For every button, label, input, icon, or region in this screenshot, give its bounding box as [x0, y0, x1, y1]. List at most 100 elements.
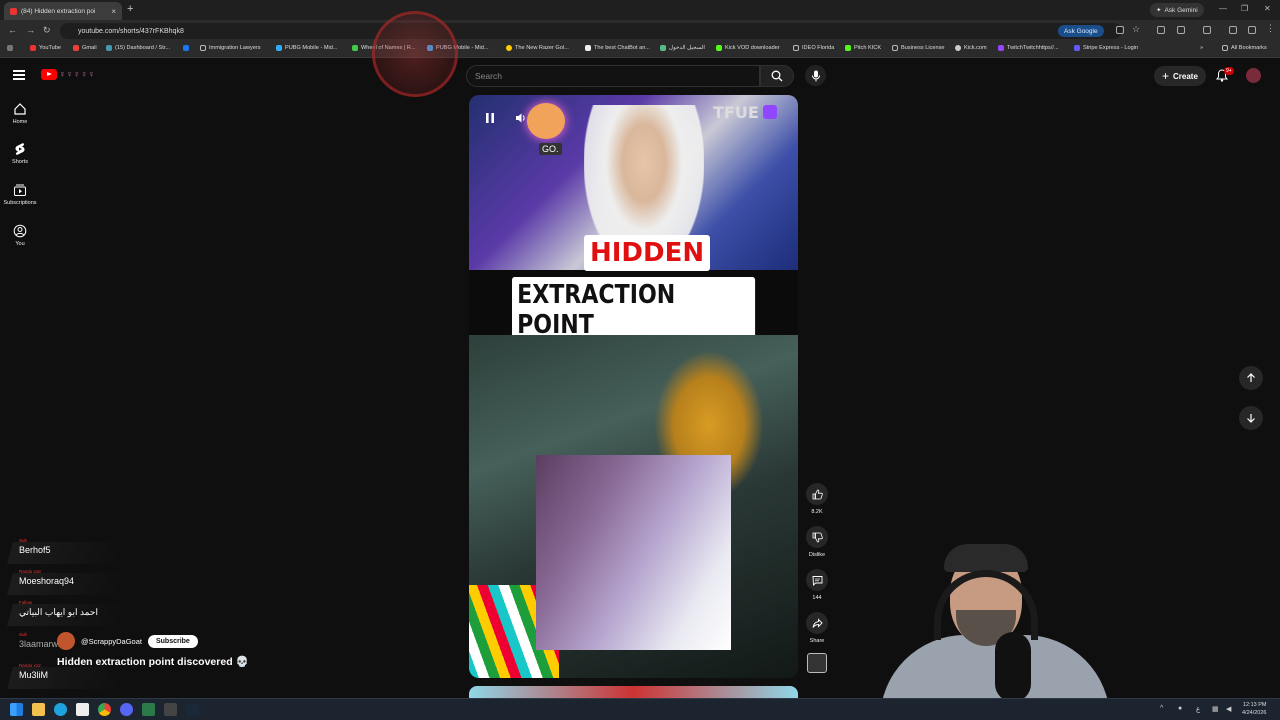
bookmark-item[interactable]: (15) Dashboard / Str... — [106, 45, 170, 51]
hamburger-menu-icon[interactable] — [13, 70, 25, 80]
sidebar-item-home[interactable]: Home — [0, 102, 40, 125]
minimize-icon[interactable]: — — [1219, 4, 1227, 13]
forward-icon[interactable]: → — [26, 25, 35, 35]
bookmarks-overflow-icon[interactable]: » — [1200, 45, 1203, 51]
steam-icon[interactable] — [186, 703, 199, 716]
more-menu-icon[interactable]: ⋮ — [1266, 23, 1275, 33]
next-short-preview[interactable] — [469, 686, 798, 698]
bookmarks-bar: YouTube Gmail (15) Dashboard / Str... Im… — [0, 42, 1280, 58]
clock-date: 4/24/2026 — [1242, 710, 1267, 716]
voice-search-button[interactable] — [805, 65, 826, 86]
create-label: Create — [1173, 71, 1198, 81]
search-button[interactable] — [760, 65, 794, 87]
bookmark-item[interactable]: Pitch KICK — [845, 45, 881, 51]
dislike-button[interactable]: Dislike — [803, 526, 831, 558]
extension-icon[interactable] — [1157, 26, 1165, 34]
url-field[interactable]: youtube.com/shorts/437rFKBhqk8 — [60, 23, 1122, 39]
chat-username: Moeshoraq94 — [19, 576, 75, 586]
account-avatar[interactable] — [1246, 68, 1261, 83]
sparkle-icon: ✦ — [1156, 7, 1162, 14]
download-icon[interactable] — [1248, 26, 1256, 34]
comments-button[interactable]: 144 — [803, 569, 831, 601]
like-count: 8.2K — [811, 509, 823, 515]
browser-tab[interactable]: (84) Hidden extraction poi × — [4, 2, 122, 20]
home-icon — [14, 103, 26, 115]
media-icon[interactable] — [1229, 26, 1237, 34]
bookmark-item[interactable]: Kick.com — [955, 45, 987, 51]
bookmark-item[interactable]: Kick VOD downloader — [716, 45, 780, 51]
all-bookmarks-button[interactable]: All Bookmarks — [1222, 45, 1267, 51]
bookmark-item[interactable]: The New Razer Gol... — [506, 45, 569, 51]
bookmark-folder[interactable]: IDEO Florida — [793, 45, 834, 51]
zoom-icon[interactable] — [1116, 26, 1124, 34]
create-button[interactable]: + Create — [1154, 66, 1206, 86]
youtube-logo-icon[interactable] — [41, 69, 57, 80]
sidebar-item-you[interactable]: You — [0, 224, 40, 247]
channel-handle[interactable]: @ScrappyDaGoat — [81, 637, 142, 646]
bookmark-folder[interactable]: Immigration Lawyers — [200, 45, 261, 51]
app-icon[interactable] — [164, 703, 177, 716]
tray-chevron-icon[interactable]: ^ — [1160, 705, 1163, 712]
sidebar-item-subscriptions[interactable]: Subscriptions — [0, 183, 40, 206]
previous-short-button[interactable] — [1239, 366, 1263, 390]
ask-google-button[interactable]: Ask Google — [1058, 25, 1104, 37]
bookmark-item[interactable]: PUBG Mobile - Mid... — [276, 45, 338, 51]
restore-icon[interactable]: ❐ — [1241, 4, 1248, 13]
puzzle-icon[interactable] — [1177, 26, 1185, 34]
close-tab-icon[interactable]: × — [111, 7, 116, 16]
reload-icon[interactable]: ↻ — [43, 25, 51, 36]
sidebar-item-shorts[interactable]: Shorts — [0, 142, 40, 165]
youtube-logo-text: ♀♀♀♀♀ — [59, 69, 96, 79]
tray-mic-icon[interactable]: ● — [1178, 705, 1182, 712]
bookmark-item[interactable]: السجيل الدخول — [660, 45, 705, 51]
browser-tab-bar: (84) Hidden extraction poi × + ✦ Ask Gem… — [0, 0, 1280, 20]
headset-icon — [934, 570, 1038, 640]
file-explorer-icon[interactable] — [32, 703, 45, 716]
bookmark-item[interactable]: Stripe Express - Login — [1074, 45, 1138, 51]
caption-extraction-point: EXTRACTION POINT — [512, 277, 756, 343]
edge-icon[interactable] — [54, 703, 67, 716]
app-icon[interactable] — [142, 703, 155, 716]
like-button[interactable]: 8.2K — [803, 483, 831, 515]
back-icon[interactable]: ← — [8, 25, 17, 35]
bookmark-item[interactable]: YouTube — [30, 45, 61, 51]
store-icon[interactable] — [76, 703, 89, 716]
bookmark-item[interactable] — [183, 45, 192, 51]
subscribe-button[interactable]: Subscribe — [147, 634, 198, 648]
channel-avatar[interactable] — [57, 632, 75, 650]
share-button[interactable]: Share — [803, 612, 831, 644]
chat-tag: Follow — [19, 600, 33, 605]
bookmark-item[interactable]: The best ChatBot an... — [585, 45, 650, 51]
blurred-overlay — [536, 455, 731, 650]
comment-icon — [812, 575, 822, 586]
sidepanel-icon[interactable] — [1203, 26, 1211, 34]
bookmark-item[interactable]: Gmail — [73, 45, 97, 51]
pause-button[interactable] — [485, 111, 495, 129]
tray-volume-icon[interactable]: ◀ — [1226, 705, 1231, 713]
thumbs-down-icon — [812, 532, 823, 542]
go-badge: GO. — [539, 143, 562, 155]
apps-icon[interactable] — [7, 45, 13, 51]
tray-network-icon[interactable]: ▦ — [1212, 705, 1219, 713]
bookmark-folder[interactable]: Business License — [892, 45, 945, 51]
volume-button[interactable] — [515, 111, 527, 129]
chat-tag: Rando x12 — [19, 663, 41, 668]
chrome-icon[interactable] — [98, 703, 111, 716]
twitch-icon — [763, 105, 777, 119]
start-icon[interactable] — [10, 703, 23, 716]
discord-icon[interactable] — [120, 703, 133, 716]
windows-taskbar: ^ ● ع ▦ ◀ 12:13 PM 4/24/2026 — [0, 698, 1280, 720]
short-video-player[interactable]: GO. TFUE HIDDEN EXTRACTION POINT — [469, 95, 798, 678]
bookmark-star-icon[interactable]: ☆ — [1132, 24, 1140, 34]
next-short-button[interactable] — [1239, 406, 1263, 430]
close-window-icon[interactable]: ✕ — [1264, 4, 1271, 13]
ask-gemini-button[interactable]: ✦ Ask Gemini — [1150, 3, 1204, 17]
bookmark-item[interactable]: TwitchTwitchhttps//... — [998, 45, 1059, 51]
tray-language-icon[interactable]: ع — [1196, 705, 1200, 713]
new-tab-button[interactable]: + — [127, 3, 133, 15]
webcam-person-cap — [944, 544, 1028, 572]
original-sound-button[interactable] — [807, 653, 827, 673]
microphone-icon — [811, 70, 820, 81]
search-input[interactable]: Search — [466, 65, 760, 87]
tray-clock[interactable]: 12:13 PM 4/24/2026 — [1242, 701, 1266, 717]
